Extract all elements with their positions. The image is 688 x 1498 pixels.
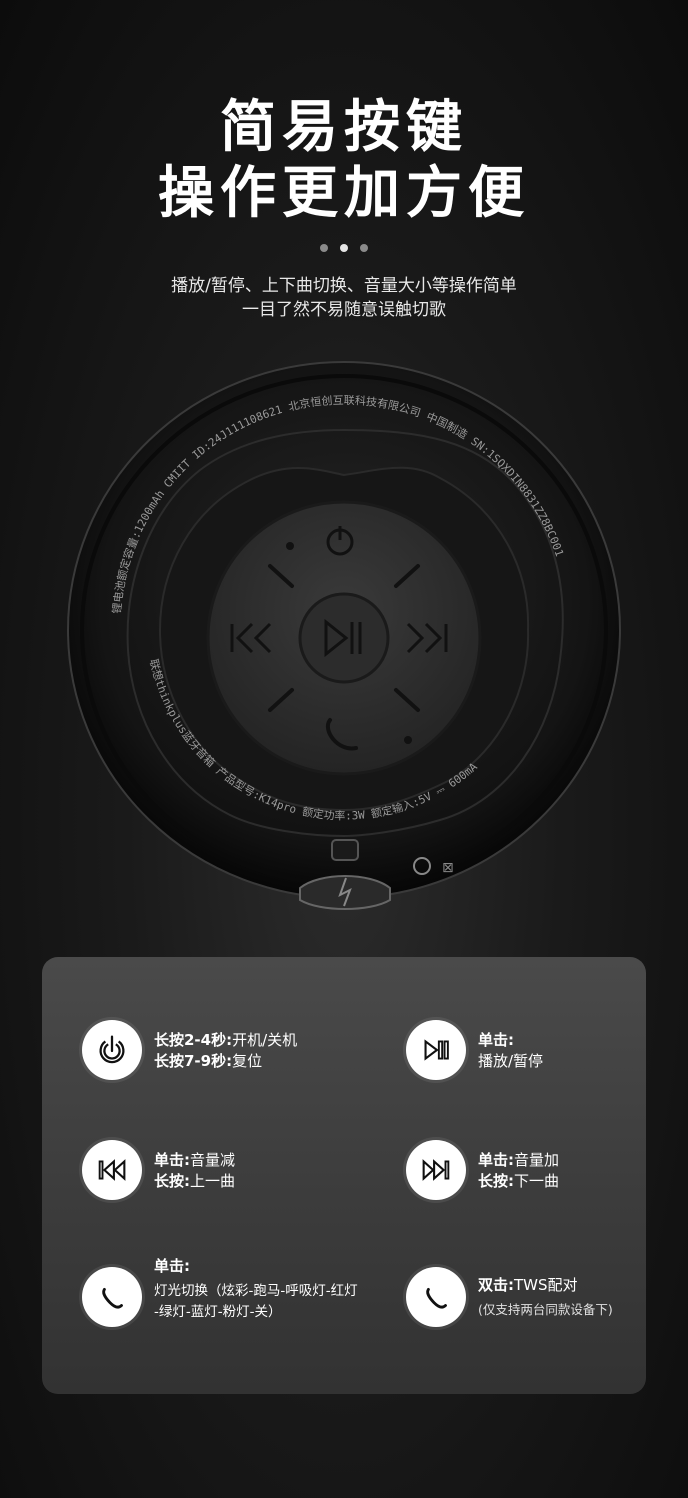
guide-item-light: 单击: 灯光切换（炫彩-跑马-呼吸灯-红灯 -绿灯-蓝灯-粉灯-关） bbox=[82, 1257, 358, 1327]
play-pause-l2: 播放/暂停 bbox=[478, 1052, 544, 1070]
play-pause-icon bbox=[406, 1020, 466, 1080]
next-l1-bold: 单击: bbox=[478, 1151, 514, 1169]
tws-l1-bold: 双击: bbox=[478, 1276, 514, 1294]
pagination-dots bbox=[0, 244, 688, 252]
light-icon bbox=[82, 1267, 142, 1327]
next-l2: 下一曲 bbox=[514, 1172, 560, 1190]
light-l2: 灯光切换（炫彩-跑马-呼吸灯-红灯 bbox=[154, 1283, 358, 1299]
previous-icon bbox=[82, 1140, 142, 1200]
headline-line-2: 操作更加方便 bbox=[158, 161, 530, 226]
previous-l2-bold: 长按: bbox=[154, 1172, 190, 1190]
previous-l2: 上一曲 bbox=[190, 1172, 236, 1190]
power-icon bbox=[82, 1020, 142, 1080]
guide-item-play-pause: 单击: 播放/暂停 bbox=[406, 1020, 543, 1080]
svg-text:⊠: ⊠ bbox=[442, 860, 454, 876]
power-l1: 开机/关机 bbox=[232, 1031, 298, 1049]
power-l2-bold: 长按7-9秒: bbox=[154, 1052, 233, 1070]
subtitle-line-2: 一目了然不易随意误触切歌 bbox=[242, 300, 446, 320]
speaker-illustration: 锂电池额定容量:1200mAh CMIIT ID:24J111108621 北京… bbox=[60, 360, 628, 920]
guide-item-tws: 双击:TWS配对 (仅支持两台同款设备下) bbox=[406, 1267, 613, 1327]
headline-line-1: 简易按键 bbox=[220, 95, 468, 160]
light-l1-bold: 单击: bbox=[154, 1257, 190, 1275]
next-l1: 音量加 bbox=[514, 1151, 560, 1169]
next-icon bbox=[406, 1140, 466, 1200]
power-l1-bold: 长按2-4秒: bbox=[154, 1031, 233, 1049]
button-guide-panel: 长按2-4秒:开机/关机 长按7-9秒:复位 单击: 播放/暂停 单击:音量减 … bbox=[42, 957, 646, 1394]
guide-item-power: 长按2-4秒:开机/关机 长按7-9秒:复位 bbox=[82, 1020, 297, 1080]
pagination-dot bbox=[360, 244, 368, 252]
guide-item-next: 单击:音量加 长按:下一曲 bbox=[406, 1140, 559, 1200]
play-pause-l1-bold: 单击: bbox=[478, 1031, 514, 1049]
tws-icon bbox=[406, 1267, 466, 1327]
pagination-dot bbox=[320, 244, 328, 252]
tws-l1: TWS配对 bbox=[514, 1276, 578, 1294]
previous-l1-bold: 单击: bbox=[154, 1151, 190, 1169]
next-l2-bold: 长按: bbox=[478, 1172, 514, 1190]
power-l2: 复位 bbox=[232, 1052, 263, 1070]
guide-item-previous: 单击:音量减 长按:上一曲 bbox=[82, 1140, 235, 1200]
light-l3: -绿灯-蓝灯-粉灯-关） bbox=[154, 1304, 282, 1320]
previous-l1: 音量减 bbox=[190, 1151, 236, 1169]
tws-l2: (仅支持两台同款设备下) bbox=[478, 1302, 613, 1317]
pagination-dot-active bbox=[340, 244, 348, 252]
subtitle-line-1: 播放/暂停、上下曲切换、音量大小等操作简单 bbox=[171, 276, 517, 296]
